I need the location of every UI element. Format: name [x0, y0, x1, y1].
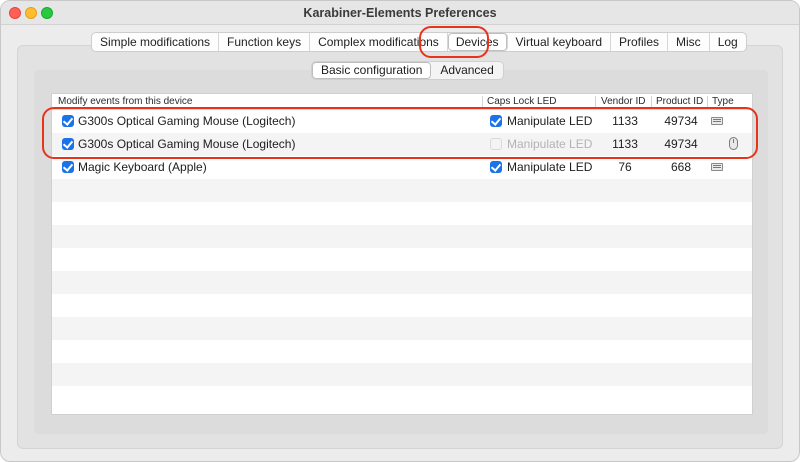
empty-table-row — [52, 225, 752, 248]
header-caps-lock-led[interactable]: Caps Lock LED — [487, 96, 556, 107]
manipulate-led-checkbox[interactable] — [490, 161, 502, 173]
window-title: Karabiner-Elements Preferences — [303, 6, 497, 20]
header-modify-events[interactable]: Modify events from this device — [58, 96, 193, 107]
keyboard-icon — [711, 163, 723, 171]
tab-virtual-keyboard[interactable]: Virtual keyboard — [508, 33, 611, 51]
empty-table-row — [52, 340, 752, 363]
empty-table-row — [52, 317, 752, 340]
empty-table-row — [52, 271, 752, 294]
header-type[interactable]: Type — [712, 96, 734, 107]
header-vendor-id[interactable]: Vendor ID — [601, 96, 645, 107]
tab-profiles[interactable]: Profiles — [611, 33, 669, 51]
vendor-id: 76 — [618, 160, 632, 174]
product-id: 668 — [670, 160, 692, 174]
manipulate-led-label: Manipulate LED — [507, 160, 593, 174]
empty-table-row — [52, 248, 752, 271]
tab-log[interactable]: Log — [710, 33, 746, 51]
subtab-advanced[interactable]: Advanced — [431, 62, 502, 79]
subtab-basic-configuration[interactable]: Basic configuration — [312, 62, 432, 79]
tab-misc[interactable]: Misc — [668, 33, 710, 51]
modify-device-checkbox[interactable] — [62, 161, 74, 173]
tab-function-keys[interactable]: Function keys — [219, 33, 311, 51]
empty-table-row — [52, 363, 752, 386]
empty-table-row — [52, 294, 752, 317]
empty-table-row — [52, 202, 752, 225]
empty-table-row — [52, 179, 752, 202]
preferences-window: Karabiner-Elements Preferences Simple mo… — [0, 0, 800, 462]
device-name: Magic Keyboard (Apple) — [78, 160, 207, 174]
tab-simple-modifications[interactable]: Simple modifications — [92, 33, 220, 51]
devices-tab-highlight — [419, 26, 489, 58]
table-row: Magic Keyboard (Apple) Manipulate LED 76… — [52, 156, 752, 179]
header-product-id[interactable]: Product ID — [656, 96, 703, 107]
duplicate-device-rows-highlight — [42, 107, 758, 159]
title-bar: Karabiner-Elements Preferences — [1, 1, 799, 25]
devices-subtab-bar: Basic configuration Advanced — [311, 61, 504, 80]
empty-table-row — [52, 386, 752, 409]
